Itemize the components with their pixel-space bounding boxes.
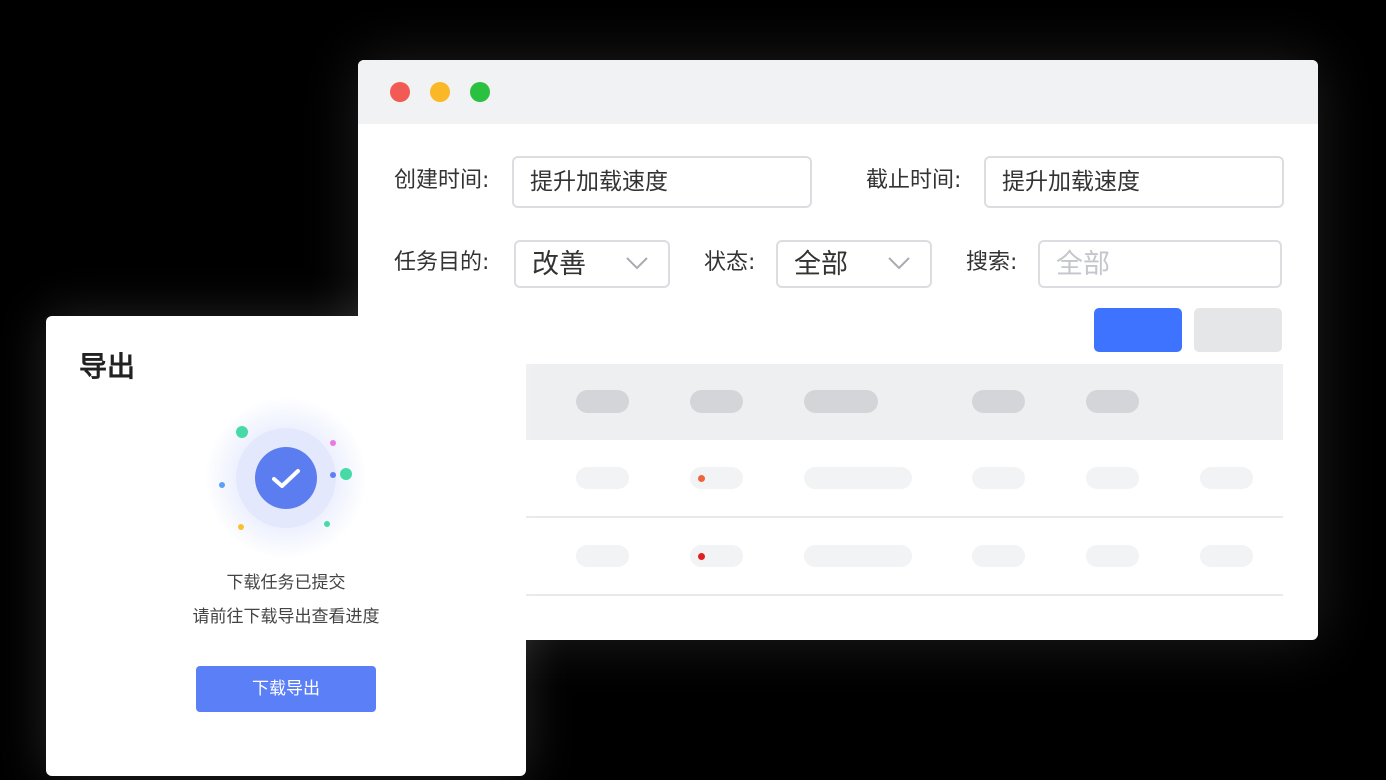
header-cell-placeholder <box>972 390 1025 413</box>
confetti-dot <box>330 440 336 446</box>
created-time-value: 提升加载速度 <box>530 169 668 195</box>
cell-placeholder <box>972 467 1025 489</box>
status-cell <box>690 545 743 567</box>
cell-placeholder <box>1200 467 1253 489</box>
cell-placeholder <box>576 545 629 567</box>
cell-placeholder <box>1086 545 1139 567</box>
cell-placeholder <box>804 545 912 567</box>
status-dot <box>698 553 705 560</box>
status-dot <box>698 475 705 482</box>
minimize-window-button[interactable] <box>430 82 450 102</box>
export-dialog: 导出 下载任务已提交 请前往下载导出查看进度 下载导出 <box>46 316 526 776</box>
cell-placeholder <box>576 467 629 489</box>
search-label: 搜索: <box>966 250 1018 275</box>
dialog-message-line2: 请前往下载导出查看进度 <box>192 607 380 627</box>
check-circle-icon <box>255 447 317 509</box>
confetti-dot <box>330 472 336 478</box>
status-label: 状态: <box>704 250 756 275</box>
confetti-dot <box>219 482 225 488</box>
cell-placeholder <box>804 467 912 489</box>
chevron-down-icon <box>626 257 648 270</box>
dialog-message-line1: 下载任务已提交 <box>226 573 346 593</box>
confetti-dot <box>238 524 244 530</box>
status-select[interactable]: 全部 <box>776 240 932 288</box>
header-cell-placeholder <box>690 390 743 413</box>
search-placeholder: 全部 <box>1056 249 1110 280</box>
cell-placeholder <box>972 545 1025 567</box>
created-time-input[interactable]: 提升加载速度 <box>512 156 812 208</box>
purpose-label: 任务目的: <box>394 250 490 275</box>
maximize-window-button[interactable] <box>470 82 490 102</box>
deadline-label: 截止时间: <box>866 168 962 193</box>
confetti-dot <box>324 521 330 527</box>
confetti-dot <box>340 468 352 480</box>
status-cell <box>690 467 743 489</box>
check-icon <box>272 469 300 488</box>
search-input[interactable]: 全部 <box>1038 240 1282 288</box>
deadline-value: 提升加载速度 <box>1002 169 1140 195</box>
created-time-label: 创建时间: <box>394 168 490 193</box>
title-bar <box>358 60 1318 124</box>
purpose-select[interactable]: 改善 <box>514 240 670 288</box>
dialog-title: 导出 <box>79 350 136 383</box>
purpose-value: 改善 <box>532 249 586 280</box>
cell-placeholder <box>1200 545 1253 567</box>
close-window-button[interactable] <box>390 82 410 102</box>
header-cell-placeholder <box>1086 390 1139 413</box>
header-cell-placeholder <box>576 390 629 413</box>
cell-placeholder <box>1086 467 1139 489</box>
deadline-input[interactable]: 提升加载速度 <box>984 156 1284 208</box>
chevron-down-icon <box>888 257 910 270</box>
status-value: 全部 <box>794 249 848 280</box>
query-button[interactable] <box>1094 308 1182 352</box>
reset-button[interactable] <box>1194 308 1282 352</box>
confetti-dot <box>236 426 248 438</box>
header-cell-placeholder <box>804 390 878 413</box>
download-export-button[interactable]: 下载导出 <box>196 666 376 712</box>
